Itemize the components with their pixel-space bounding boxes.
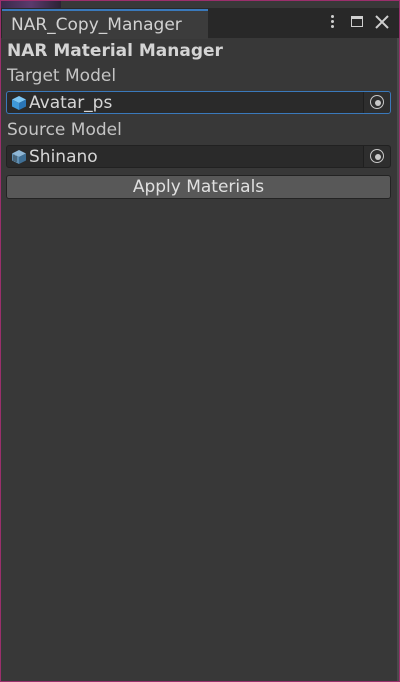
maximize-icon[interactable] xyxy=(349,13,367,31)
target-model-field[interactable]: Avatar_ps xyxy=(6,91,391,114)
target-model-value: Avatar_ps xyxy=(29,93,113,113)
editor-window: NAR_Copy_Manager NAR Material Manager Ta… xyxy=(0,0,400,682)
source-model-label: Source Model xyxy=(7,120,122,140)
prefab-cube-icon xyxy=(12,96,26,110)
background-scene-peek xyxy=(1,1,61,8)
kebab-menu-icon[interactable] xyxy=(323,13,341,31)
panel-header: NAR Material Manager xyxy=(7,41,223,61)
tab-nar-copy-manager[interactable]: NAR_Copy_Manager xyxy=(2,9,208,39)
vertical-scrollbar[interactable] xyxy=(397,38,399,681)
source-model-value: Shinano xyxy=(29,147,98,167)
source-model-field[interactable]: Shinano xyxy=(6,145,391,168)
prefab-cube-icon xyxy=(12,150,26,164)
inspector-content: NAR Material Manager Target Model Avatar… xyxy=(1,38,399,681)
source-object-picker-icon[interactable] xyxy=(363,146,390,167)
target-model-label: Target Model xyxy=(7,66,117,86)
target-object-picker-icon[interactable] xyxy=(363,92,390,113)
apply-materials-button[interactable]: Apply Materials xyxy=(6,175,391,199)
tab-bar: NAR_Copy_Manager xyxy=(1,8,399,39)
close-icon[interactable] xyxy=(373,13,391,31)
